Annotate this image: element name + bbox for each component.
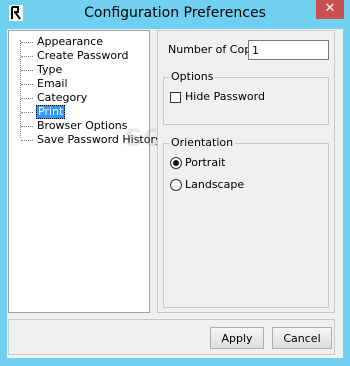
tree-item-appearance[interactable]: Appearance <box>17 35 167 49</box>
orientation-group: Orientation Portrait Landscape <box>163 136 329 308</box>
button-bar: Apply Cancel <box>8 319 335 355</box>
portrait-label[interactable]: Portrait <box>185 156 225 169</box>
landscape-radio[interactable] <box>170 179 182 191</box>
tree-item-label: Email <box>37 77 68 90</box>
title-bar[interactable]: Configuration Preferences ✕ <box>0 0 350 28</box>
window: Configuration Preferences ✕ Appearance C… <box>0 0 350 366</box>
tree-item-label: Print <box>36 105 66 119</box>
options-group: Options Hide Password <box>163 70 329 125</box>
hide-password-label[interactable]: Hide Password <box>185 90 265 103</box>
tree-item-label: Appearance <box>37 35 104 48</box>
window-title: Configuration Preferences <box>84 5 266 21</box>
close-icon: ✕ <box>324 1 336 16</box>
apply-button[interactable]: Apply <box>210 327 264 349</box>
tree-item-create-password[interactable]: Create Password <box>17 49 167 63</box>
landscape-label[interactable]: Landscape <box>185 178 244 191</box>
options-group-title: Options <box>169 70 216 83</box>
tree-item-label: Category <box>37 91 88 104</box>
tree-item-label: Browser Options <box>37 119 128 132</box>
tree-item-type[interactable]: Type <box>17 63 167 77</box>
hide-password-checkbox[interactable] <box>170 92 181 103</box>
category-tree[interactable]: Appearance Create Password Type Email Ca… <box>8 30 162 313</box>
tree-item-print[interactable]: Print <box>17 105 167 119</box>
portrait-radio[interactable] <box>170 157 182 169</box>
tree-item-label: Create Password <box>37 49 129 62</box>
tree-item-category[interactable]: Category <box>17 91 167 105</box>
close-button[interactable]: ✕ <box>316 0 344 19</box>
cancel-button[interactable]: Cancel <box>272 327 332 349</box>
print-settings-panel: Number of Copy Options Hide Password Ori… <box>157 30 335 313</box>
tree-item-email[interactable]: Email <box>17 77 167 91</box>
orientation-group-title: Orientation <box>169 136 236 149</box>
tree-item-label: Type <box>37 63 63 76</box>
copies-input[interactable] <box>248 40 329 60</box>
copies-label: Number of Copy <box>168 43 258 56</box>
